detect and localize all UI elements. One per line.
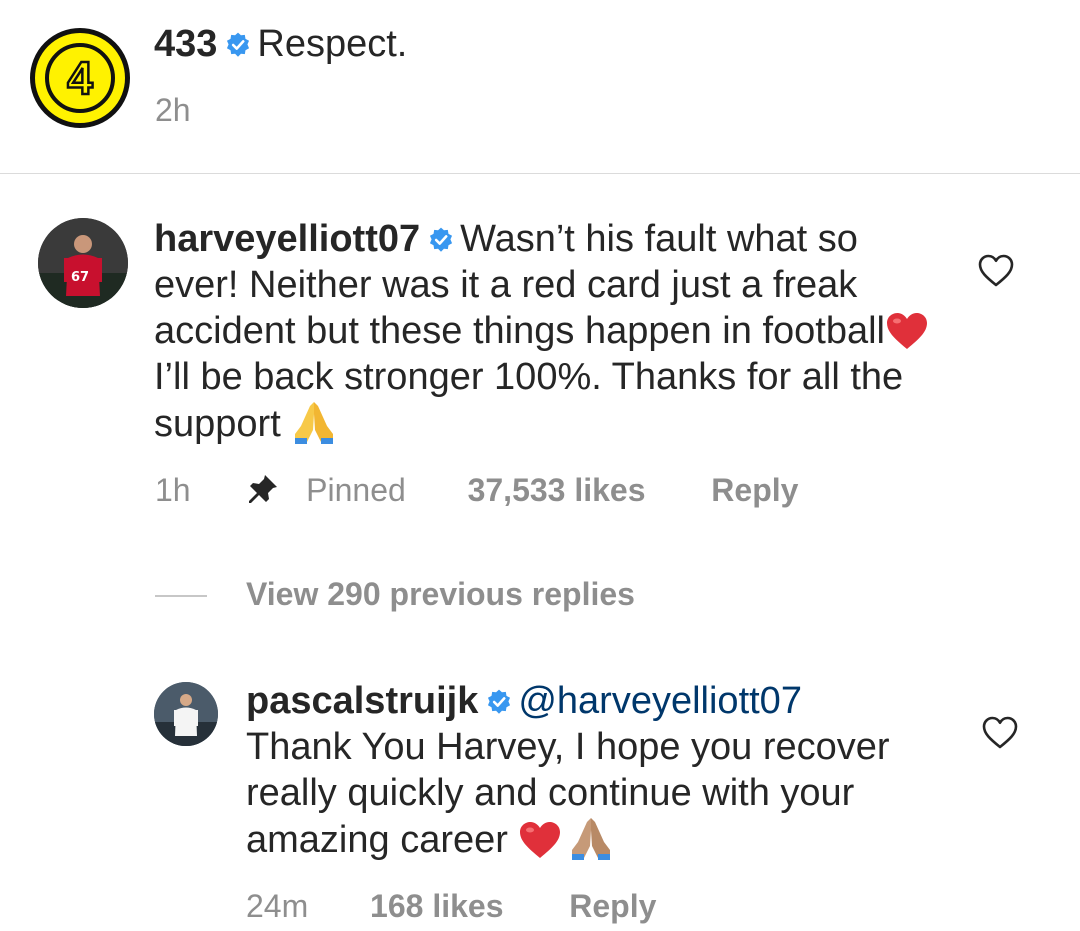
caption-text: Respect. bbox=[257, 23, 408, 65]
red-heart-emoji bbox=[520, 822, 561, 858]
reply-button[interactable]: Reply bbox=[711, 468, 798, 512]
avatar-pascalstruijk[interactable] bbox=[154, 682, 218, 746]
comment-meta: 1h Pinned 37,533 likes Reply bbox=[155, 468, 798, 512]
avatar-433-glyph: 4 bbox=[45, 43, 115, 113]
comment-meta: 24m 168 likes Reply bbox=[246, 884, 656, 928]
red-heart-emoji bbox=[886, 313, 927, 349]
avatar-harveyelliott07[interactable]: 67 bbox=[38, 218, 128, 308]
comment-body: pascalstruijk @harveyelliott07 Thank You… bbox=[246, 678, 946, 863]
comment-username[interactable]: harveyelliott07 bbox=[154, 218, 420, 260]
replies-connector-line bbox=[155, 595, 207, 597]
like-comment-heart-icon[interactable] bbox=[982, 716, 1018, 750]
view-previous-replies-button[interactable]: View 290 previous replies bbox=[246, 572, 635, 616]
likes-count[interactable]: 168 likes bbox=[370, 884, 503, 928]
comment-text-part-2: I’ll be back stronger 100%. Thanks for a… bbox=[154, 356, 904, 445]
likes-count[interactable]: 37,533 likes bbox=[468, 468, 646, 512]
verified-badge-icon bbox=[227, 32, 250, 57]
verified-badge-icon bbox=[430, 227, 453, 252]
reply-button[interactable]: Reply bbox=[569, 884, 656, 928]
like-comment-heart-icon[interactable] bbox=[978, 254, 1014, 288]
verified-badge-icon bbox=[488, 689, 511, 714]
pin-icon bbox=[249, 475, 278, 503]
caption-timestamp: 2h bbox=[155, 92, 191, 128]
comment-username[interactable]: pascalstruijk bbox=[246, 680, 478, 722]
caption-divider bbox=[0, 173, 1080, 174]
folded-hands-emoji bbox=[572, 818, 611, 860]
jersey-number: 67 bbox=[71, 270, 89, 285]
account-avatar-433[interactable]: 4 bbox=[30, 28, 130, 128]
avatar-photo bbox=[154, 682, 218, 746]
comment-body: harveyelliott07 Wasn’t his fault what so… bbox=[154, 216, 934, 447]
pinned-label: Pinned bbox=[306, 472, 406, 508]
folded-hands-emoji bbox=[295, 402, 334, 444]
post-caption: 433 Respect. bbox=[154, 20, 407, 68]
mention-link[interactable]: @harveyelliott07 bbox=[518, 680, 802, 722]
comment-timestamp: 1h bbox=[155, 472, 191, 508]
avatar-photo: 67 bbox=[38, 218, 128, 308]
caption-username[interactable]: 433 bbox=[154, 23, 217, 65]
comment-timestamp: 24m bbox=[246, 888, 309, 924]
